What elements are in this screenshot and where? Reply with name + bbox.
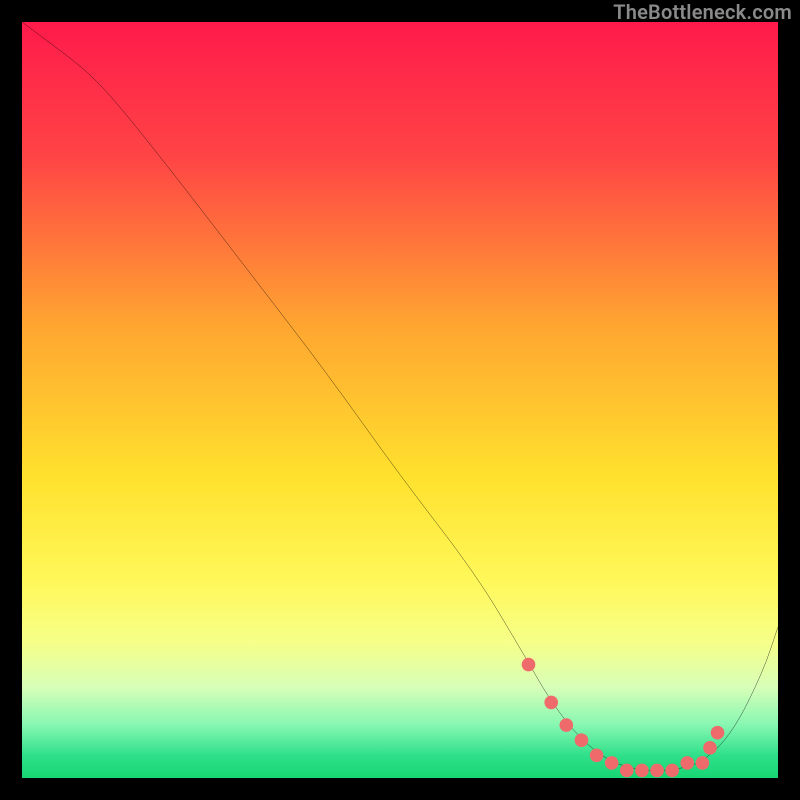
marker-point [605, 756, 619, 770]
marker-point [590, 749, 604, 763]
chart-container: TheBottleneck.com [0, 0, 800, 800]
marker-point [575, 733, 589, 747]
marker-point [544, 696, 558, 710]
watermark-text: TheBottleneck.com [613, 2, 792, 22]
bottleneck-chart [22, 22, 778, 778]
marker-point [703, 741, 717, 755]
marker-point [680, 756, 694, 770]
marker-point [711, 726, 725, 740]
marker-point [560, 718, 574, 732]
marker-point [665, 764, 679, 778]
marker-point [650, 764, 664, 778]
marker-point [635, 764, 649, 778]
marker-point [696, 756, 710, 770]
gradient-background [22, 22, 778, 778]
marker-point [522, 658, 536, 672]
marker-point [620, 764, 634, 778]
